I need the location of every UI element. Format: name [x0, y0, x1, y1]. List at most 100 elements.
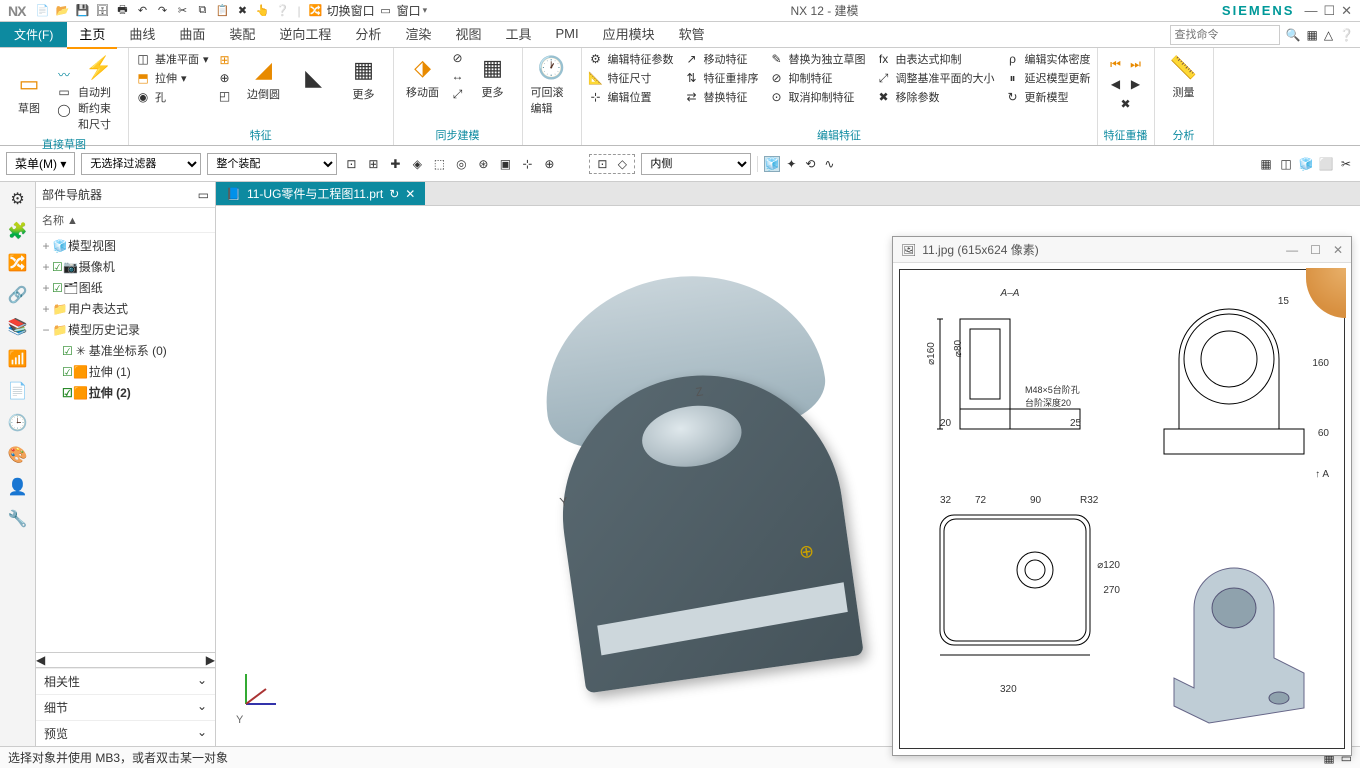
- open-icon[interactable]: 📂: [53, 2, 71, 20]
- filter-combo[interactable]: 无选择过滤器: [81, 153, 201, 175]
- shell-icon[interactable]: ◰: [217, 88, 233, 104]
- collapse-icon[interactable]: △: [1324, 28, 1333, 42]
- sketch-button[interactable]: ▭草图: [6, 66, 52, 118]
- gear-icon[interactable]: ⚙: [7, 188, 29, 210]
- tab-pmi[interactable]: PMI: [543, 22, 590, 47]
- help-icon[interactable]: ❔: [1339, 28, 1354, 42]
- measure-button[interactable]: 📏测量: [1161, 50, 1207, 102]
- menu-button[interactable]: 菜单(M) ▾: [6, 152, 75, 175]
- tab-hose[interactable]: 软管: [667, 20, 717, 49]
- edit-density[interactable]: ρ编辑实体密度: [1005, 50, 1091, 68]
- tab-render[interactable]: 渲染: [393, 20, 443, 49]
- delete-face-icon[interactable]: ⊘: [450, 50, 466, 66]
- tools-icon[interactable]: 🔧: [7, 508, 29, 530]
- switch-window-icon[interactable]: 🔀: [307, 2, 325, 20]
- print-icon[interactable]: 🖶: [113, 2, 131, 20]
- replay-prev-icon[interactable]: ◀: [1108, 76, 1124, 92]
- sel-icon-5[interactable]: ⬚: [431, 156, 447, 172]
- view-icon-d[interactable]: ∿: [821, 156, 837, 172]
- web-icon[interactable]: 📶: [7, 348, 29, 370]
- move-face-button[interactable]: ⬗移动面: [400, 50, 446, 102]
- edge-blend-button[interactable]: ◢边倒圆: [241, 52, 287, 104]
- replay-last-icon[interactable]: ⏭: [1128, 56, 1144, 72]
- tree-node[interactable]: − 📁 模型历史记录: [36, 319, 215, 340]
- resize-datum[interactable]: ⤢调整基准平面的大小: [876, 69, 995, 87]
- palette-icon[interactable]: 🎨: [7, 444, 29, 466]
- footer-related[interactable]: 相关性⌄: [36, 668, 215, 694]
- window-label[interactable]: 窗口: [397, 2, 421, 19]
- new-icon[interactable]: 📄: [33, 2, 51, 20]
- unsuppress-feat[interactable]: ⊙取消抑制特征: [769, 88, 866, 106]
- tab-curve[interactable]: 曲线: [117, 20, 167, 49]
- view-triad[interactable]: Y: [236, 664, 286, 726]
- sel-icon-3[interactable]: ✚: [387, 156, 403, 172]
- tree-node[interactable]: +☑📷 摄像机: [36, 256, 215, 277]
- snap-mid-icon[interactable]: ◇: [614, 156, 630, 172]
- part-nav-icon[interactable]: 🧩: [7, 220, 29, 242]
- rollback-edit-button[interactable]: 🕐可回滚编辑: [529, 50, 575, 118]
- rect-icon[interactable]: ▭: [56, 84, 72, 100]
- help-qat-icon[interactable]: ❔: [273, 2, 291, 20]
- footer-preview[interactable]: 预览⌄: [36, 720, 215, 746]
- roles-icon[interactable]: 👤: [7, 476, 29, 498]
- datum-plane-button[interactable]: ◫基准平面 ▾: [135, 50, 209, 68]
- sel-icon-9[interactable]: ⊹: [519, 156, 535, 172]
- feature-more-button[interactable]: ▦更多: [341, 52, 387, 104]
- doc-reload-icon[interactable]: ↻: [389, 187, 399, 201]
- profile-icon[interactable]: 〰: [56, 66, 72, 82]
- touch-icon[interactable]: 👆: [253, 2, 271, 20]
- tree-node[interactable]: ☑🟧 拉伸 (1): [36, 361, 215, 382]
- view-icon-b[interactable]: ✦: [783, 156, 799, 172]
- tab-analysis[interactable]: 分析: [343, 20, 393, 49]
- hole-button[interactable]: ◉孔: [135, 88, 209, 106]
- sel-icon-2[interactable]: ⊞: [365, 156, 381, 172]
- unite-icon[interactable]: ⊕: [217, 70, 233, 86]
- replay-first-icon[interactable]: ⏮: [1108, 56, 1124, 72]
- disp-icon-5[interactable]: ✂: [1338, 156, 1354, 172]
- save-icon[interactable]: 💾: [73, 2, 91, 20]
- paste-icon[interactable]: 📋: [213, 2, 231, 20]
- sel-icon-7[interactable]: ⊛: [475, 156, 491, 172]
- assembly-combo[interactable]: 整个装配: [207, 153, 337, 175]
- inside-combo[interactable]: 内侧: [641, 153, 751, 175]
- save-all-icon[interactable]: 🗄: [93, 2, 111, 20]
- switch-window-label[interactable]: 切换窗口: [327, 2, 375, 19]
- tree-node[interactable]: ☑✳ 基准坐标系 (0): [36, 340, 215, 361]
- history-icon[interactable]: 📄: [7, 380, 29, 402]
- sel-icon-8[interactable]: ▣: [497, 156, 513, 172]
- circle-icon[interactable]: ◯: [56, 102, 72, 118]
- window-icon[interactable]: ▭: [377, 2, 395, 20]
- search-icon[interactable]: 🔍: [1286, 28, 1301, 42]
- edit-feat-params[interactable]: ⚙编辑特征参数: [588, 50, 674, 68]
- tab-reverse[interactable]: 逆向工程: [267, 20, 343, 49]
- viewport[interactable]: Z Y ⊕ Y 🖼 11.jpg (615x624 像素) — ☐ ✕: [216, 206, 1360, 746]
- close-icon[interactable]: ✕: [1341, 3, 1352, 19]
- tree-node[interactable]: ☑🟧 拉伸 (2): [36, 382, 215, 403]
- suppress-by-expr[interactable]: fx由表达式抑制: [876, 50, 995, 68]
- copy-icon[interactable]: ⧉: [193, 2, 211, 20]
- view-icon-c[interactable]: ⟲: [802, 156, 818, 172]
- imgwin-max-icon[interactable]: ☐: [1310, 243, 1321, 257]
- sel-icon-6[interactable]: ◎: [453, 156, 469, 172]
- extrude-button[interactable]: ⬒拉伸 ▾: [135, 69, 209, 87]
- doc-close-icon[interactable]: ✕: [405, 187, 415, 201]
- move-feature[interactable]: ↗移动特征: [684, 50, 759, 68]
- imgwin-min-icon[interactable]: —: [1286, 243, 1298, 257]
- suppress-feat[interactable]: ⊘抑制特征: [769, 69, 866, 87]
- edit-position[interactable]: ⊹编辑位置: [588, 88, 674, 106]
- tab-home[interactable]: 主页: [67, 20, 117, 49]
- undo-icon[interactable]: ↶: [133, 2, 151, 20]
- image-viewer-window[interactable]: 🖼 11.jpg (615x624 像素) — ☐ ✕ A–A: [892, 236, 1352, 756]
- maximize-icon[interactable]: ☐: [1323, 3, 1335, 19]
- disp-icon-3[interactable]: 🧊: [1298, 156, 1314, 172]
- layout-icon[interactable]: ▦: [1306, 28, 1317, 42]
- feature-size[interactable]: 📐特征尺寸: [588, 69, 674, 87]
- sel-icon-4[interactable]: ◈: [409, 156, 425, 172]
- replace-feat[interactable]: ⇄替换特征: [684, 88, 759, 106]
- replace-face-icon[interactable]: ↔: [450, 68, 466, 84]
- defer-update[interactable]: ⏸延迟模型更新: [1005, 69, 1091, 87]
- constraint-nav-icon[interactable]: 🔗: [7, 284, 29, 306]
- pin-icon[interactable]: ▭: [198, 188, 209, 202]
- tab-view[interactable]: 视图: [443, 20, 493, 49]
- remove-params[interactable]: ✖移除参数: [876, 88, 995, 106]
